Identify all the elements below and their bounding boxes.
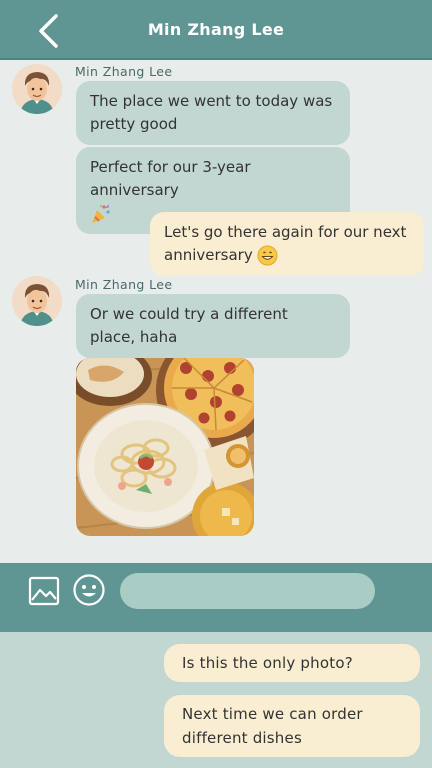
message-text: Let's go there again for our next annive… xyxy=(164,223,407,264)
message-bubble-sent[interactable]: Let's go there again for our next annive… xyxy=(150,212,424,276)
contact-name-title: Min Zhang Lee xyxy=(147,20,285,39)
suggested-reply[interactable]: Next time we can order different dishes xyxy=(164,695,420,757)
grinning-face-icon xyxy=(257,245,278,266)
message-bubble[interactable]: Or we could try a different place, haha xyxy=(76,294,350,358)
message-text: The place we went to today was pretty go… xyxy=(90,92,333,133)
image-button[interactable] xyxy=(28,575,60,607)
suggested-reply-text: Is this the only photo? xyxy=(182,654,353,672)
suggested-replies: Is this the only photo? Next time we can… xyxy=(0,632,432,768)
message-text: Or we could try a different place, haha xyxy=(90,305,288,346)
contact-avatar[interactable] xyxy=(12,276,62,326)
food-photo[interactable] xyxy=(76,358,254,536)
suggested-reply[interactable]: Is this the only photo? xyxy=(164,644,420,682)
message-bubble[interactable]: The place we went to today was pretty go… xyxy=(76,81,350,145)
message-list[interactable]: Min Zhang Lee The place we went to today… xyxy=(0,60,432,563)
sender-name: Min Zhang Lee xyxy=(75,277,173,292)
smiley-icon xyxy=(73,574,105,606)
sender-name: Min Zhang Lee xyxy=(75,64,173,79)
suggested-reply-text: Next time we can order different dishes xyxy=(182,705,363,747)
party-popper-icon xyxy=(92,204,110,223)
message-text: Perfect for our 3-year anniversary xyxy=(90,158,251,199)
chat-header: Min Zhang Lee xyxy=(0,0,432,60)
contact-avatar[interactable] xyxy=(12,64,62,114)
composer-bar xyxy=(0,563,432,632)
image-icon xyxy=(28,576,60,606)
message-input[interactable] xyxy=(120,573,375,609)
emoji-button[interactable] xyxy=(72,573,106,607)
